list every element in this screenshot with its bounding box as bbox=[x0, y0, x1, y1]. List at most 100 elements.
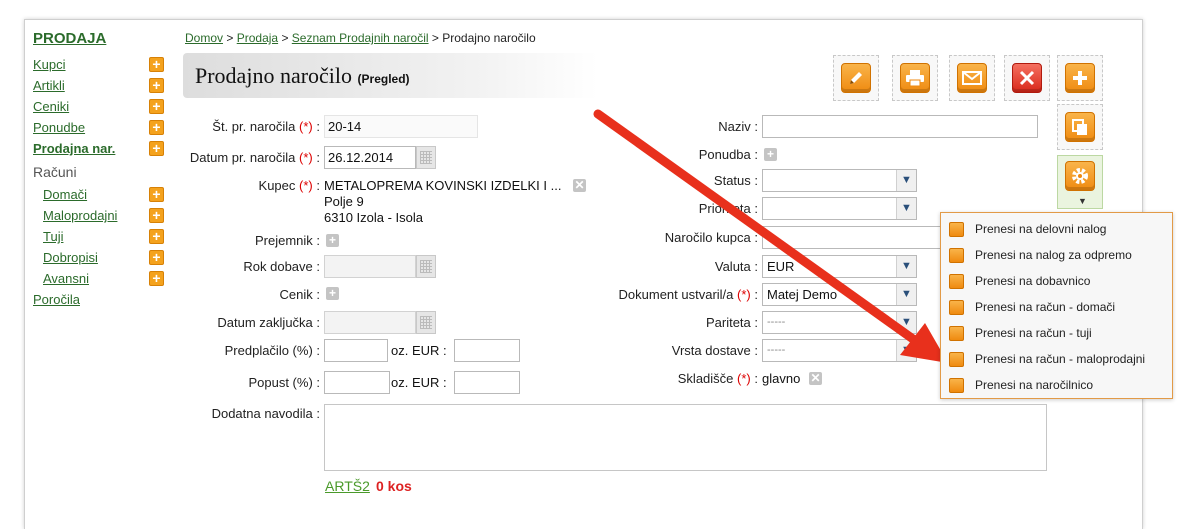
pencil-icon bbox=[949, 222, 964, 237]
gear-icon bbox=[1065, 161, 1095, 191]
prepay-eur-field[interactable] bbox=[454, 339, 520, 362]
add-plus-icon[interactable]: + bbox=[149, 208, 164, 223]
menu-item-invoice-retail[interactable]: Prenesi na račun - maloprodajni bbox=[941, 346, 1172, 372]
calendar-icon[interactable] bbox=[416, 311, 436, 334]
remove-warehouse-icon[interactable]: ✕ bbox=[809, 372, 822, 385]
page-header: Prodajno naročilo (Pregled) bbox=[183, 53, 598, 98]
deadline-field[interactable] bbox=[324, 255, 416, 278]
currency-label: Valuta : bbox=[714, 259, 758, 274]
chevron-down-icon: ▼ bbox=[896, 170, 916, 191]
order-date-field[interactable]: 26.12.2014 bbox=[324, 146, 416, 169]
customer-order-field[interactable] bbox=[762, 226, 962, 249]
sidebar-link[interactable]: Dobropisi bbox=[43, 250, 98, 265]
sidebar-item-ceniki[interactable]: Ceniki + bbox=[33, 98, 173, 119]
menu-item-purchase-order[interactable]: Prenesi na naročilnico bbox=[941, 372, 1172, 398]
sidebar-link[interactable]: Tuji bbox=[43, 229, 63, 244]
sidebar-link[interactable]: Poročila bbox=[33, 292, 80, 307]
discount-eur-label: oz. EUR : bbox=[391, 375, 447, 390]
currency-select[interactable]: EUR ▼ bbox=[762, 255, 917, 278]
parity-value: ----- bbox=[767, 316, 786, 328]
sidebar-link[interactable]: Prodajna nar. bbox=[33, 141, 115, 156]
menu-item-delivery-note[interactable]: Prenesi na dobavnico bbox=[941, 268, 1172, 294]
articles-link[interactable]: ARTŠ2 bbox=[325, 478, 370, 494]
chevron-down-icon: ▼ bbox=[896, 256, 916, 277]
email-button[interactable] bbox=[949, 55, 995, 101]
status-select[interactable]: ▼ bbox=[762, 169, 917, 192]
menu-item-invoice-domestic[interactable]: Prenesi na račun - domači bbox=[941, 294, 1172, 320]
edit-button[interactable] bbox=[833, 55, 879, 101]
sidebar-link[interactable]: Artikli bbox=[33, 78, 65, 93]
copy-button[interactable] bbox=[1057, 104, 1103, 150]
priority-select[interactable]: ▼ bbox=[762, 197, 917, 220]
breadcrumb-sep: > bbox=[226, 31, 234, 45]
breadcrumb-sep: > bbox=[281, 31, 289, 45]
calendar-icon[interactable] bbox=[416, 255, 436, 278]
discount-label: Popust (%) : bbox=[248, 375, 320, 390]
created-by-value: Matej Demo bbox=[767, 287, 838, 302]
add-plus-icon[interactable]: + bbox=[149, 99, 164, 114]
pencil-icon bbox=[949, 326, 964, 341]
menu-item-work-order[interactable]: Prenesi na delovni nalog bbox=[941, 216, 1172, 242]
plus-icon bbox=[1065, 63, 1095, 93]
sidebar-item-artikli[interactable]: Artikli + bbox=[33, 77, 173, 98]
actions-menu-button[interactable]: ▼ bbox=[1057, 155, 1103, 209]
menu-item-label: Prenesi na račun - tuji bbox=[975, 326, 1092, 340]
actions-dropdown-menu: Prenesi na delovni nalog Prenesi na nalo… bbox=[940, 212, 1173, 399]
customer-label: Kupec (*) : bbox=[258, 178, 320, 193]
name-field[interactable] bbox=[762, 115, 1038, 138]
breadcrumb-sales[interactable]: Prodaja bbox=[237, 31, 278, 45]
breadcrumb-list[interactable]: Seznam Prodajnih naročil bbox=[292, 31, 429, 45]
sidebar-link[interactable]: Ceniki bbox=[33, 99, 69, 114]
print-button[interactable] bbox=[892, 55, 938, 101]
pencil-icon bbox=[949, 378, 964, 393]
delivery-value: ----- bbox=[767, 344, 786, 356]
printer-icon bbox=[900, 63, 930, 93]
customer-name: METALOPREMA KOVINSKI IZDELKI I ... bbox=[324, 178, 562, 193]
menu-item-label: Prenesi na naročilnico bbox=[975, 378, 1094, 392]
calendar-icon[interactable] bbox=[416, 146, 436, 169]
customer-city: 6310 Izola - Isola bbox=[324, 210, 424, 225]
copy-icon bbox=[1065, 112, 1095, 142]
sidebar-link[interactable]: Domači bbox=[43, 187, 87, 202]
sidebar-link[interactable]: Kupci bbox=[33, 57, 66, 72]
delivery-select[interactable]: ----- ▼ bbox=[762, 339, 917, 362]
delete-button[interactable] bbox=[1004, 55, 1050, 101]
sidebar-item-kupci[interactable]: Kupci + bbox=[33, 56, 173, 77]
add-pricelist-icon[interactable]: + bbox=[326, 287, 339, 300]
menu-item-invoice-foreign[interactable]: Prenesi na račun - tuji bbox=[941, 320, 1172, 346]
breadcrumb-home[interactable]: Domov bbox=[185, 31, 223, 45]
recipient-label: Prejemnik : bbox=[254, 233, 320, 248]
add-plus-icon[interactable]: + bbox=[149, 78, 164, 93]
add-offer-icon[interactable]: + bbox=[764, 148, 777, 161]
close-date-field[interactable] bbox=[324, 311, 416, 334]
add-button[interactable] bbox=[1057, 55, 1103, 101]
notes-label: Dodatna navodila : bbox=[211, 406, 320, 421]
chevron-down-icon: ▼ bbox=[896, 340, 916, 361]
add-recipient-icon[interactable]: + bbox=[326, 234, 339, 247]
prepay-percent-field[interactable] bbox=[324, 339, 388, 362]
articles-count: 0 kos bbox=[376, 478, 412, 494]
page-title: Prodajno naročilo (Pregled) bbox=[195, 63, 410, 89]
sidebar-title[interactable]: PRODAJA bbox=[33, 30, 173, 47]
menu-item-dispatch-order[interactable]: Prenesi na nalog za odpremo bbox=[941, 242, 1172, 268]
order-no-label: Št. pr. naročila (*) : bbox=[212, 119, 320, 134]
discount-eur-field[interactable] bbox=[454, 371, 520, 394]
chevron-down-icon: ▼ bbox=[896, 312, 916, 333]
sidebar-item-maloprodajni[interactable]: Maloprodajni + bbox=[33, 207, 173, 228]
parity-select[interactable]: ----- ▼ bbox=[762, 311, 917, 334]
discount-percent-field[interactable] bbox=[324, 371, 390, 394]
sidebar-link[interactable]: Maloprodajni bbox=[43, 208, 117, 223]
notes-textarea[interactable] bbox=[324, 404, 1047, 471]
sidebar-link[interactable]: Ponudbe bbox=[33, 120, 85, 135]
created-by-select[interactable]: Matej Demo ▼ bbox=[762, 283, 917, 306]
add-plus-icon[interactable]: + bbox=[149, 57, 164, 72]
breadcrumb-current: Prodajno naročilo bbox=[442, 31, 536, 45]
page-mode: (Pregled) bbox=[357, 72, 410, 86]
menu-item-label: Prenesi na delovni nalog bbox=[975, 222, 1107, 236]
chevron-down-icon: ▼ bbox=[896, 198, 916, 219]
breadcrumb-sep: > bbox=[431, 31, 439, 45]
sidebar-link[interactable]: Avansni bbox=[43, 271, 89, 286]
currency-value: EUR bbox=[767, 259, 795, 274]
offer-label: Ponudba : bbox=[698, 147, 758, 162]
warehouse-value: glavno bbox=[762, 371, 801, 386]
